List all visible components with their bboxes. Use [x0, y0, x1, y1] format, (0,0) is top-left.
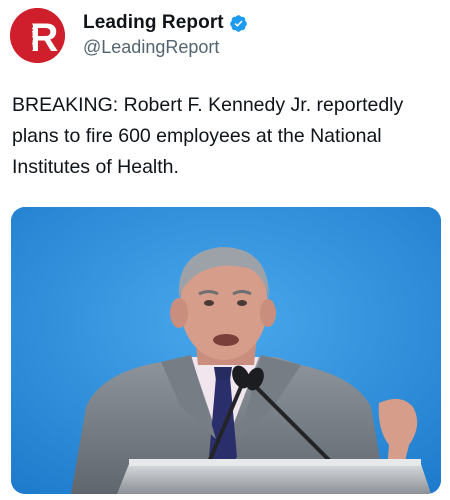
tweet-media-image[interactable] — [11, 207, 441, 494]
speaker-photo — [11, 207, 441, 494]
account-info: Leading Report @LeadingReport — [83, 12, 248, 58]
avatar-logo-text: LEADING — [28, 22, 35, 54]
post: R LEADING Leading Report @LeadingReport … — [0, 0, 450, 500]
leading-report-logo-icon: R LEADING — [10, 7, 65, 63]
tweet-text: BREAKING: Robert F. Kennedy Jr. reported… — [12, 94, 404, 178]
name-row: Leading Report — [83, 12, 248, 34]
verified-badge-icon — [229, 14, 248, 33]
post-header: R LEADING Leading Report @LeadingReport — [10, 7, 248, 63]
account-handle[interactable]: @LeadingReport — [83, 37, 248, 58]
avatar[interactable]: R LEADING — [10, 7, 65, 63]
display-name[interactable]: Leading Report — [83, 12, 224, 34]
